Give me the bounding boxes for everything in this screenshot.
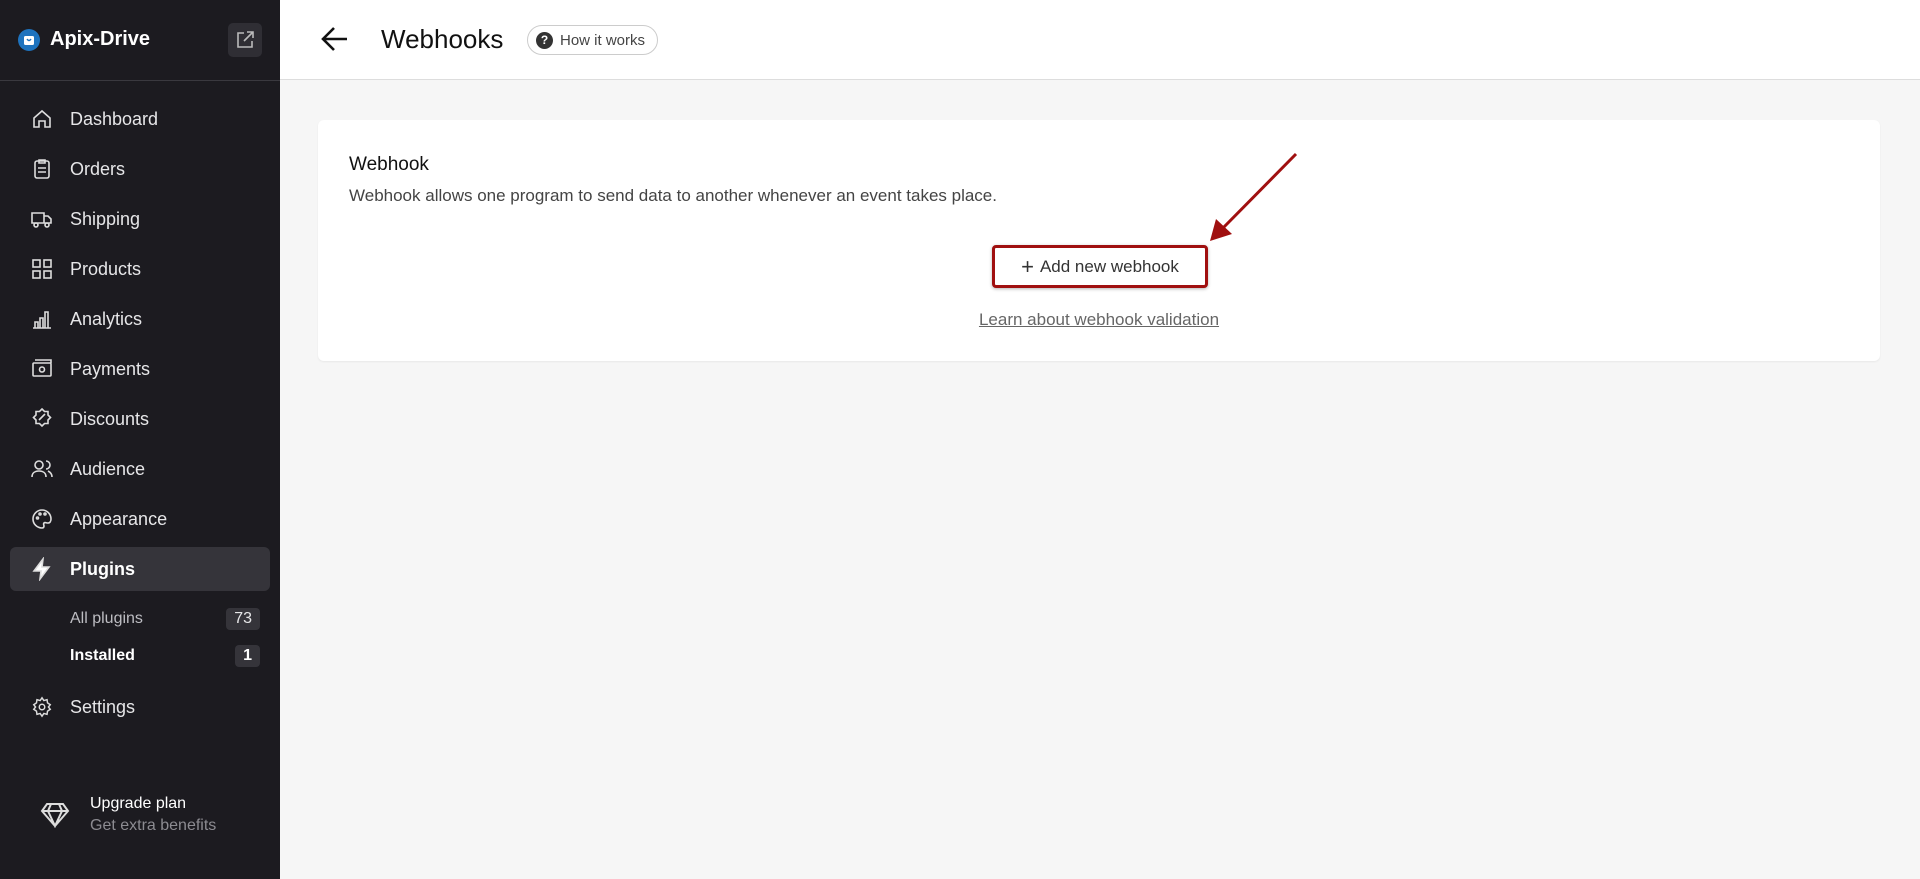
bolt-icon	[29, 556, 55, 582]
count-badge: 1	[235, 645, 260, 667]
subitem-label: All plugins	[70, 610, 143, 627]
sidebar-item-label: Payments	[70, 358, 151, 379]
grid-icon	[29, 256, 55, 282]
sidebar-item-analytics[interactable]: Analytics	[10, 297, 270, 341]
sidebar-item-label: Discounts	[70, 408, 150, 429]
sidebar-item-products[interactable]: Products	[10, 247, 270, 291]
palette-icon	[29, 506, 55, 532]
subitem-label: Installed	[70, 647, 135, 664]
sidebar-item-label: Audience	[70, 458, 146, 479]
upgrade-subtitle: Get extra benefits	[90, 817, 217, 834]
page-header: Webhooks ? How it works	[280, 0, 1920, 80]
arrow-left-icon	[321, 27, 347, 51]
sidebar-item-dashboard[interactable]: Dashboard	[10, 97, 270, 141]
card-description: Webhook allows one program to send data …	[349, 186, 997, 205]
sidebar: Apix-Drive Dashboard Orders Shipping Produc…	[0, 0, 280, 879]
webhook-card: Webhook Webhook allows one program to se…	[318, 120, 1880, 361]
sidebar-item-label: Appearance	[70, 508, 168, 529]
sidebar-item-discounts[interactable]: Discounts	[10, 397, 270, 441]
open-external-button[interactable]	[228, 23, 262, 57]
how-label: How it works	[560, 31, 646, 49]
sidebar-item-orders[interactable]: Orders	[10, 147, 270, 191]
back-button[interactable]	[320, 24, 350, 59]
sidebar-item-payments[interactable]: Payments	[10, 347, 270, 391]
brand-name: Apix-Drive	[50, 28, 151, 50]
cash-icon	[29, 356, 55, 382]
sidebar-item-appearance[interactable]: Appearance	[10, 497, 270, 541]
sidebar-item-label: Shipping	[70, 208, 141, 229]
page-title: Webhooks	[381, 24, 504, 54]
add-new-webhook-button[interactable]: + Add new webhook	[992, 245, 1208, 288]
sidebar-item-plugins[interactable]: Plugins	[10, 547, 270, 591]
truck-icon	[29, 206, 55, 232]
sidebar-item-label: Products	[70, 258, 142, 279]
question-icon: ?	[536, 31, 553, 49]
home-icon	[29, 106, 55, 132]
card-title: Webhook	[349, 154, 429, 175]
sidebar-item-label: Orders	[70, 158, 126, 179]
webhook-validation-link[interactable]: Learn about webhook validation	[979, 310, 1219, 329]
sidebar-item-label: Analytics	[70, 308, 143, 329]
bar-chart-icon	[29, 306, 55, 332]
sidebar-item-audience[interactable]: Audience	[10, 447, 270, 491]
plus-icon: +	[1021, 253, 1034, 279]
how-it-works-button[interactable]: ? How it works	[527, 25, 659, 55]
users-icon	[29, 456, 55, 482]
subitem-installed[interactable]: Installed 1	[70, 645, 260, 667]
bag-logo-icon	[18, 28, 40, 51]
sidebar-item-label: Settings	[70, 696, 136, 717]
subitem-all-plugins[interactable]: All plugins 73	[70, 608, 260, 630]
brand[interactable]: Apix-Drive	[18, 28, 150, 51]
sidebar-item-shipping[interactable]: Shipping	[10, 197, 270, 241]
sidebar-item-settings[interactable]: Settings	[10, 685, 270, 729]
add-label: Add new webhook	[1039, 256, 1179, 276]
discount-icon	[29, 406, 55, 432]
upgrade-plan[interactable]: Upgrade plan Get extra benefits	[40, 795, 216, 835]
upgrade-title: Upgrade plan	[90, 795, 187, 812]
sidebar-divider	[0, 80, 280, 81]
external-link-icon	[237, 31, 254, 48]
sidebar-item-label: Plugins	[70, 558, 136, 579]
count-badge: 73	[226, 608, 260, 630]
diamond-icon	[40, 803, 70, 828]
sidebar-item-label: Dashboard	[70, 108, 159, 129]
clipboard-icon	[29, 156, 55, 182]
gear-icon	[29, 694, 55, 720]
